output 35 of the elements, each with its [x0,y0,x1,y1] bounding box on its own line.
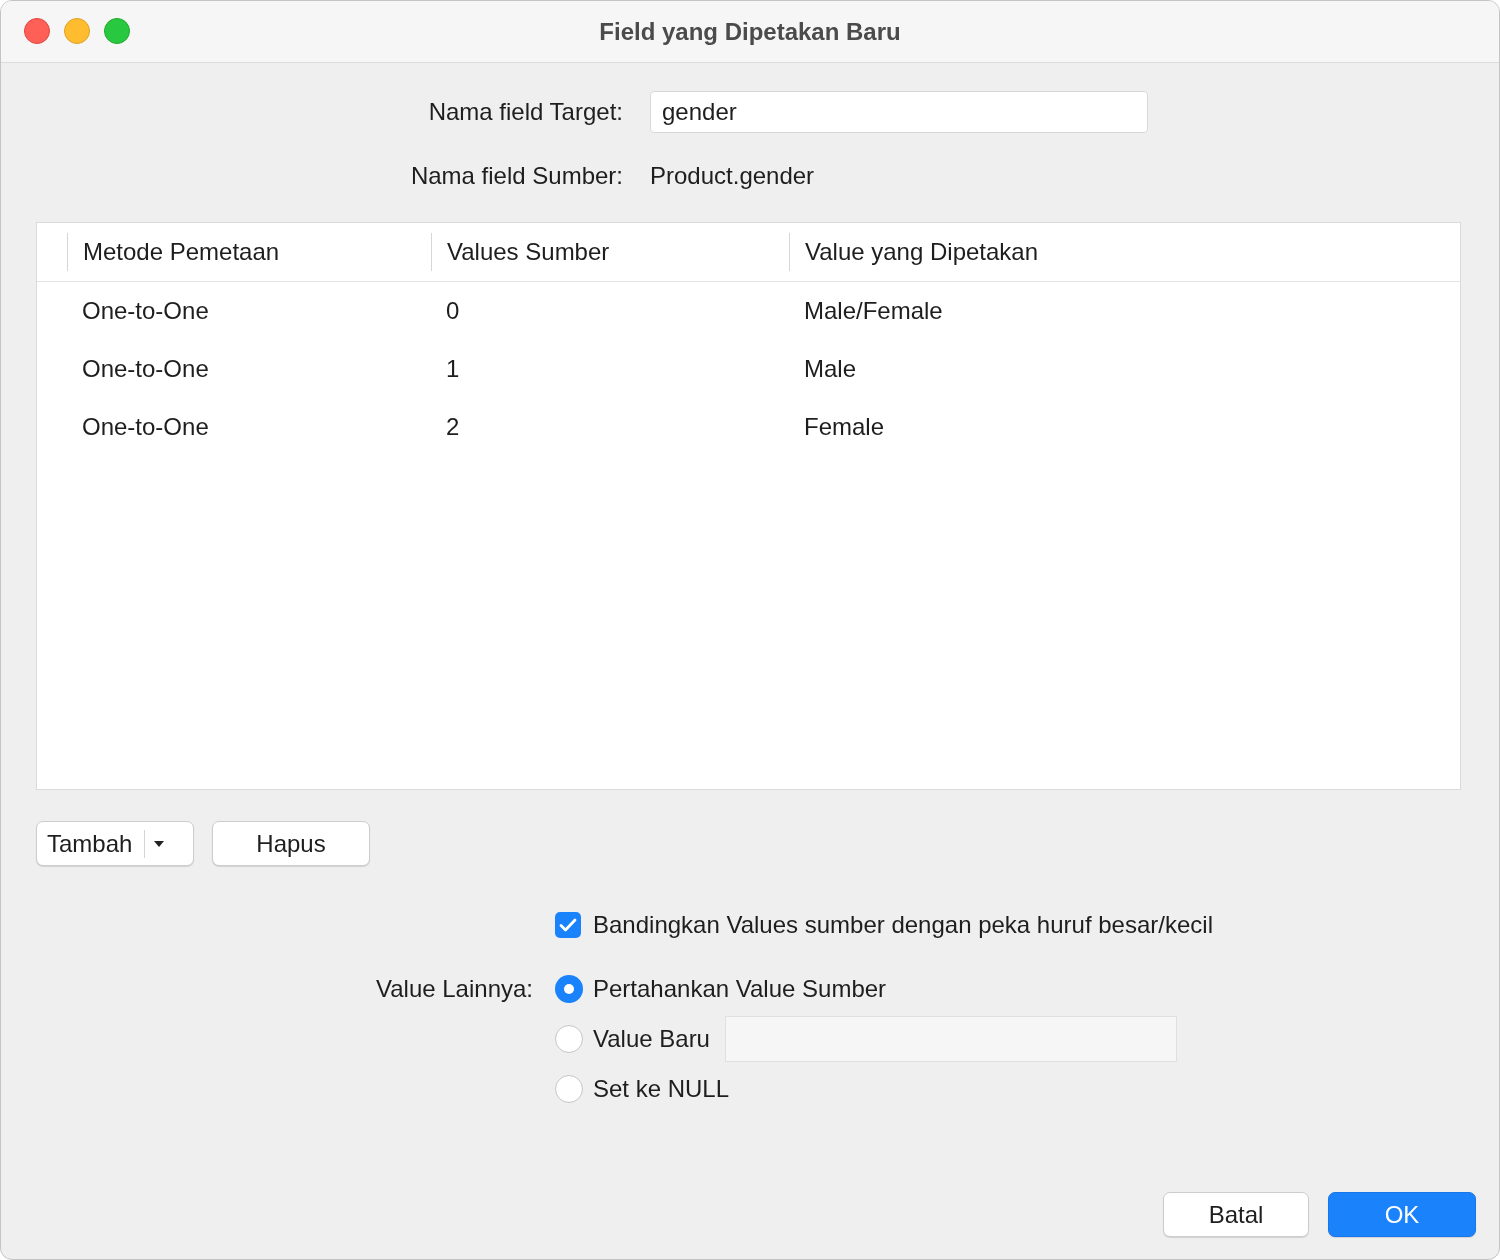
radio-label: Set ke NULL [593,1075,730,1103]
close-button[interactable] [24,18,50,44]
table-cell: One-to-One [82,297,209,325]
table-cell: Male/Female [804,297,943,325]
group-label: Value Lainnya: [375,974,533,1004]
checkbox-label: Bandingkan Values sumber dengan peka huruf besar/kecil [593,911,1213,939]
table-cell: One-to-One [82,413,209,441]
radio-button[interactable] [555,975,583,1003]
caret-icon[interactable] [154,840,165,847]
column-header: Values Sumber [447,238,610,266]
radio-button[interactable] [555,1075,583,1103]
window-title: Field yang Dipetakan Baru [599,17,901,46]
checkbox[interactable] [555,912,581,938]
table-cell: 1 [446,355,460,383]
minimize-button[interactable] [64,18,90,44]
target-field-input[interactable]: gender [650,91,1148,133]
field-value: Product.gender [650,162,815,190]
radio-label: Pertahankan Value Sumber [593,975,887,1003]
column-header: Value yang Dipetakan [805,238,1039,266]
table-cell: 0 [446,297,460,325]
field-label: Nama field Target: [427,98,623,126]
field-label: Nama field Sumber: [409,162,623,190]
radio-label: Value Baru [593,1025,710,1053]
remove-button[interactable]: Hapus [212,821,370,866]
add-split-button[interactable]: Tambah [36,821,194,866]
cancel-button[interactable]: Batal [1163,1192,1309,1237]
table-cell: 2 [446,413,460,441]
zoom-button[interactable] [104,18,130,44]
table-cell: Female [804,413,885,441]
table-cell: One-to-One [82,355,209,383]
checkmark-icon [559,918,577,932]
column-header: Metode Pemetaan [83,238,280,266]
table-cell: Male [804,355,857,383]
ok-button[interactable]: OK [1328,1192,1476,1237]
radio-button[interactable] [555,1025,583,1053]
